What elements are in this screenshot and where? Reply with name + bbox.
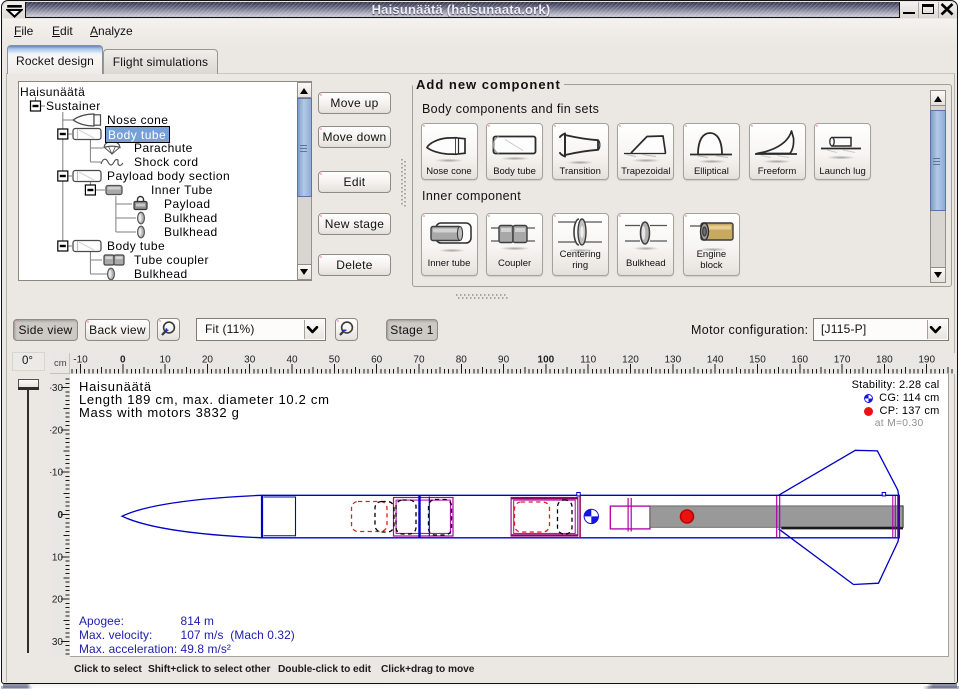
svg-text:50: 50	[328, 355, 340, 366]
svg-text:80: 80	[455, 355, 467, 366]
svg-text:10: 10	[52, 552, 64, 563]
svg-text:90: 90	[498, 355, 510, 366]
svg-text:10: 10	[159, 355, 171, 366]
svg-text:0: 0	[57, 510, 63, 521]
svg-text:60: 60	[371, 355, 383, 366]
svg-text:2: 2	[954, 355, 955, 366]
svg-text:30: 30	[52, 637, 64, 648]
svg-text:100: 100	[537, 355, 554, 366]
svg-text:180: 180	[876, 355, 893, 366]
svg-text:20: 20	[52, 595, 64, 606]
svg-text:160: 160	[791, 355, 808, 366]
svg-text:-30: -30	[50, 383, 63, 394]
svg-text:150: 150	[749, 355, 766, 366]
svg-text:-10: -10	[73, 355, 88, 366]
svg-text:0: 0	[120, 355, 126, 366]
svg-text:170: 170	[833, 355, 850, 366]
svg-text:190: 190	[918, 355, 935, 366]
svg-text:70: 70	[413, 355, 425, 366]
svg-text:130: 130	[664, 355, 681, 366]
svg-text:120: 120	[622, 355, 639, 366]
svg-text:-10: -10	[50, 468, 63, 479]
svg-text:40: 40	[286, 355, 298, 366]
svg-text:20: 20	[201, 355, 213, 366]
svg-text:30: 30	[244, 355, 256, 366]
svg-text:140: 140	[706, 355, 723, 366]
svg-text:-20: -20	[50, 425, 63, 436]
svg-text:110: 110	[580, 355, 596, 366]
